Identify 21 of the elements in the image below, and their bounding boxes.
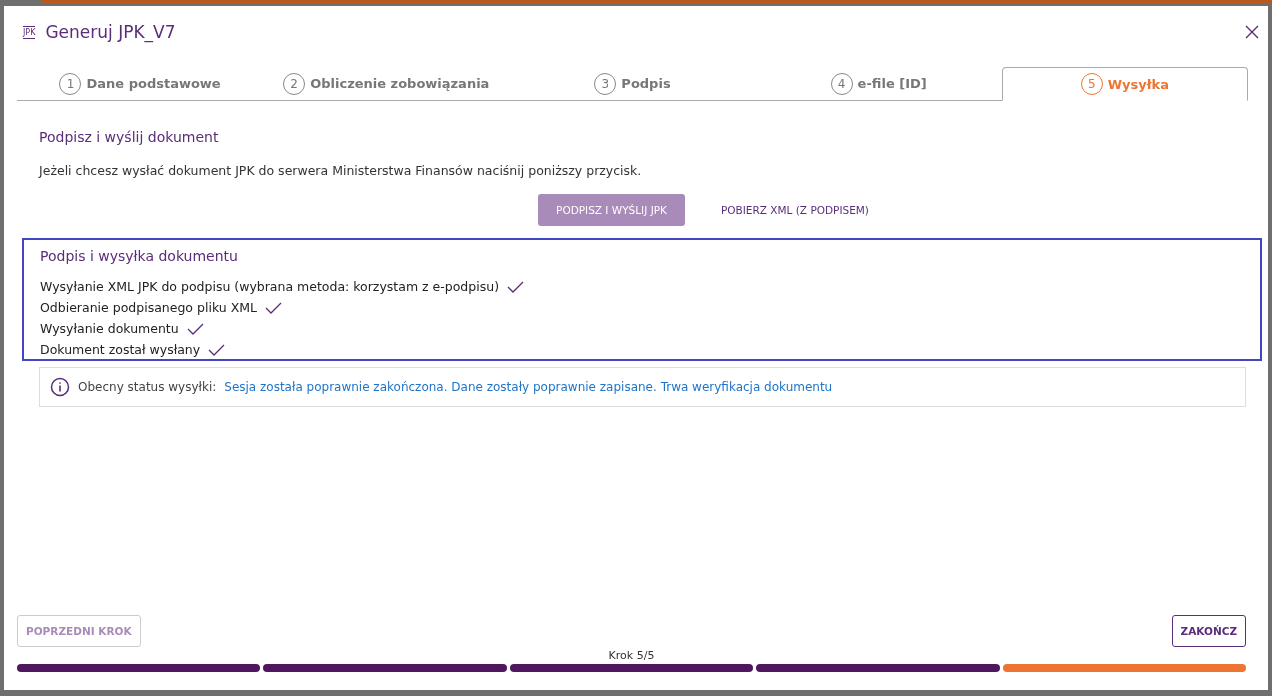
status-label: Obecny status wysyłki: — [78, 380, 217, 394]
step-tab[interactable]: 2 Obliczenie zobowiązania — [263, 67, 510, 100]
step-tab[interactable]: 5 Wysyłka — [1001, 67, 1248, 101]
progress-item: Odbieranie podpisanego pliku XML — [40, 300, 257, 315]
finish-button[interactable]: ZAKOŃCZ — [1171, 615, 1246, 647]
jpk-logo: JPK — [23, 25, 36, 39]
panel-heading: Podpis i wysyłka dokumentu — [40, 248, 239, 264]
info-icon — [50, 377, 70, 397]
progress-item: Wysyłanie dokumentu — [40, 321, 179, 336]
progress-item: Dokument został wysłany — [40, 342, 201, 357]
close-icon[interactable] — [1244, 24, 1260, 40]
section-heading: Podpisz i wyślij dokument — [39, 129, 220, 145]
section-description: Jeżeli chcesz wysłać dokument JPK do serwera Ministerstwa Finansów naciśnij poniższy przycisk. — [39, 163, 643, 178]
step-tab[interactable]: 4 e-file [ID] — [755, 67, 1002, 100]
step-counter: Krok 5/5 — [607, 649, 656, 662]
step-tab[interactable]: 3 Podpis — [509, 67, 756, 100]
download-link[interactable]: POBIERZ XML (Z PODPISEM) — [702, 194, 887, 226]
step-tab[interactable]: 1 Dane podstawowe — [17, 67, 264, 100]
progress-item: Wysyłanie XML JPK do podpisu (wybrana metoda: korzystam z e-podpisu) — [40, 279, 499, 294]
dialog-title: Generuj JPK_V7 — [45, 22, 177, 42]
status-value: Sesja została poprawnie zakończona. Dane zostały poprawnie zapisane. Trwa weryfikacja dokumentu — [224, 380, 833, 394]
